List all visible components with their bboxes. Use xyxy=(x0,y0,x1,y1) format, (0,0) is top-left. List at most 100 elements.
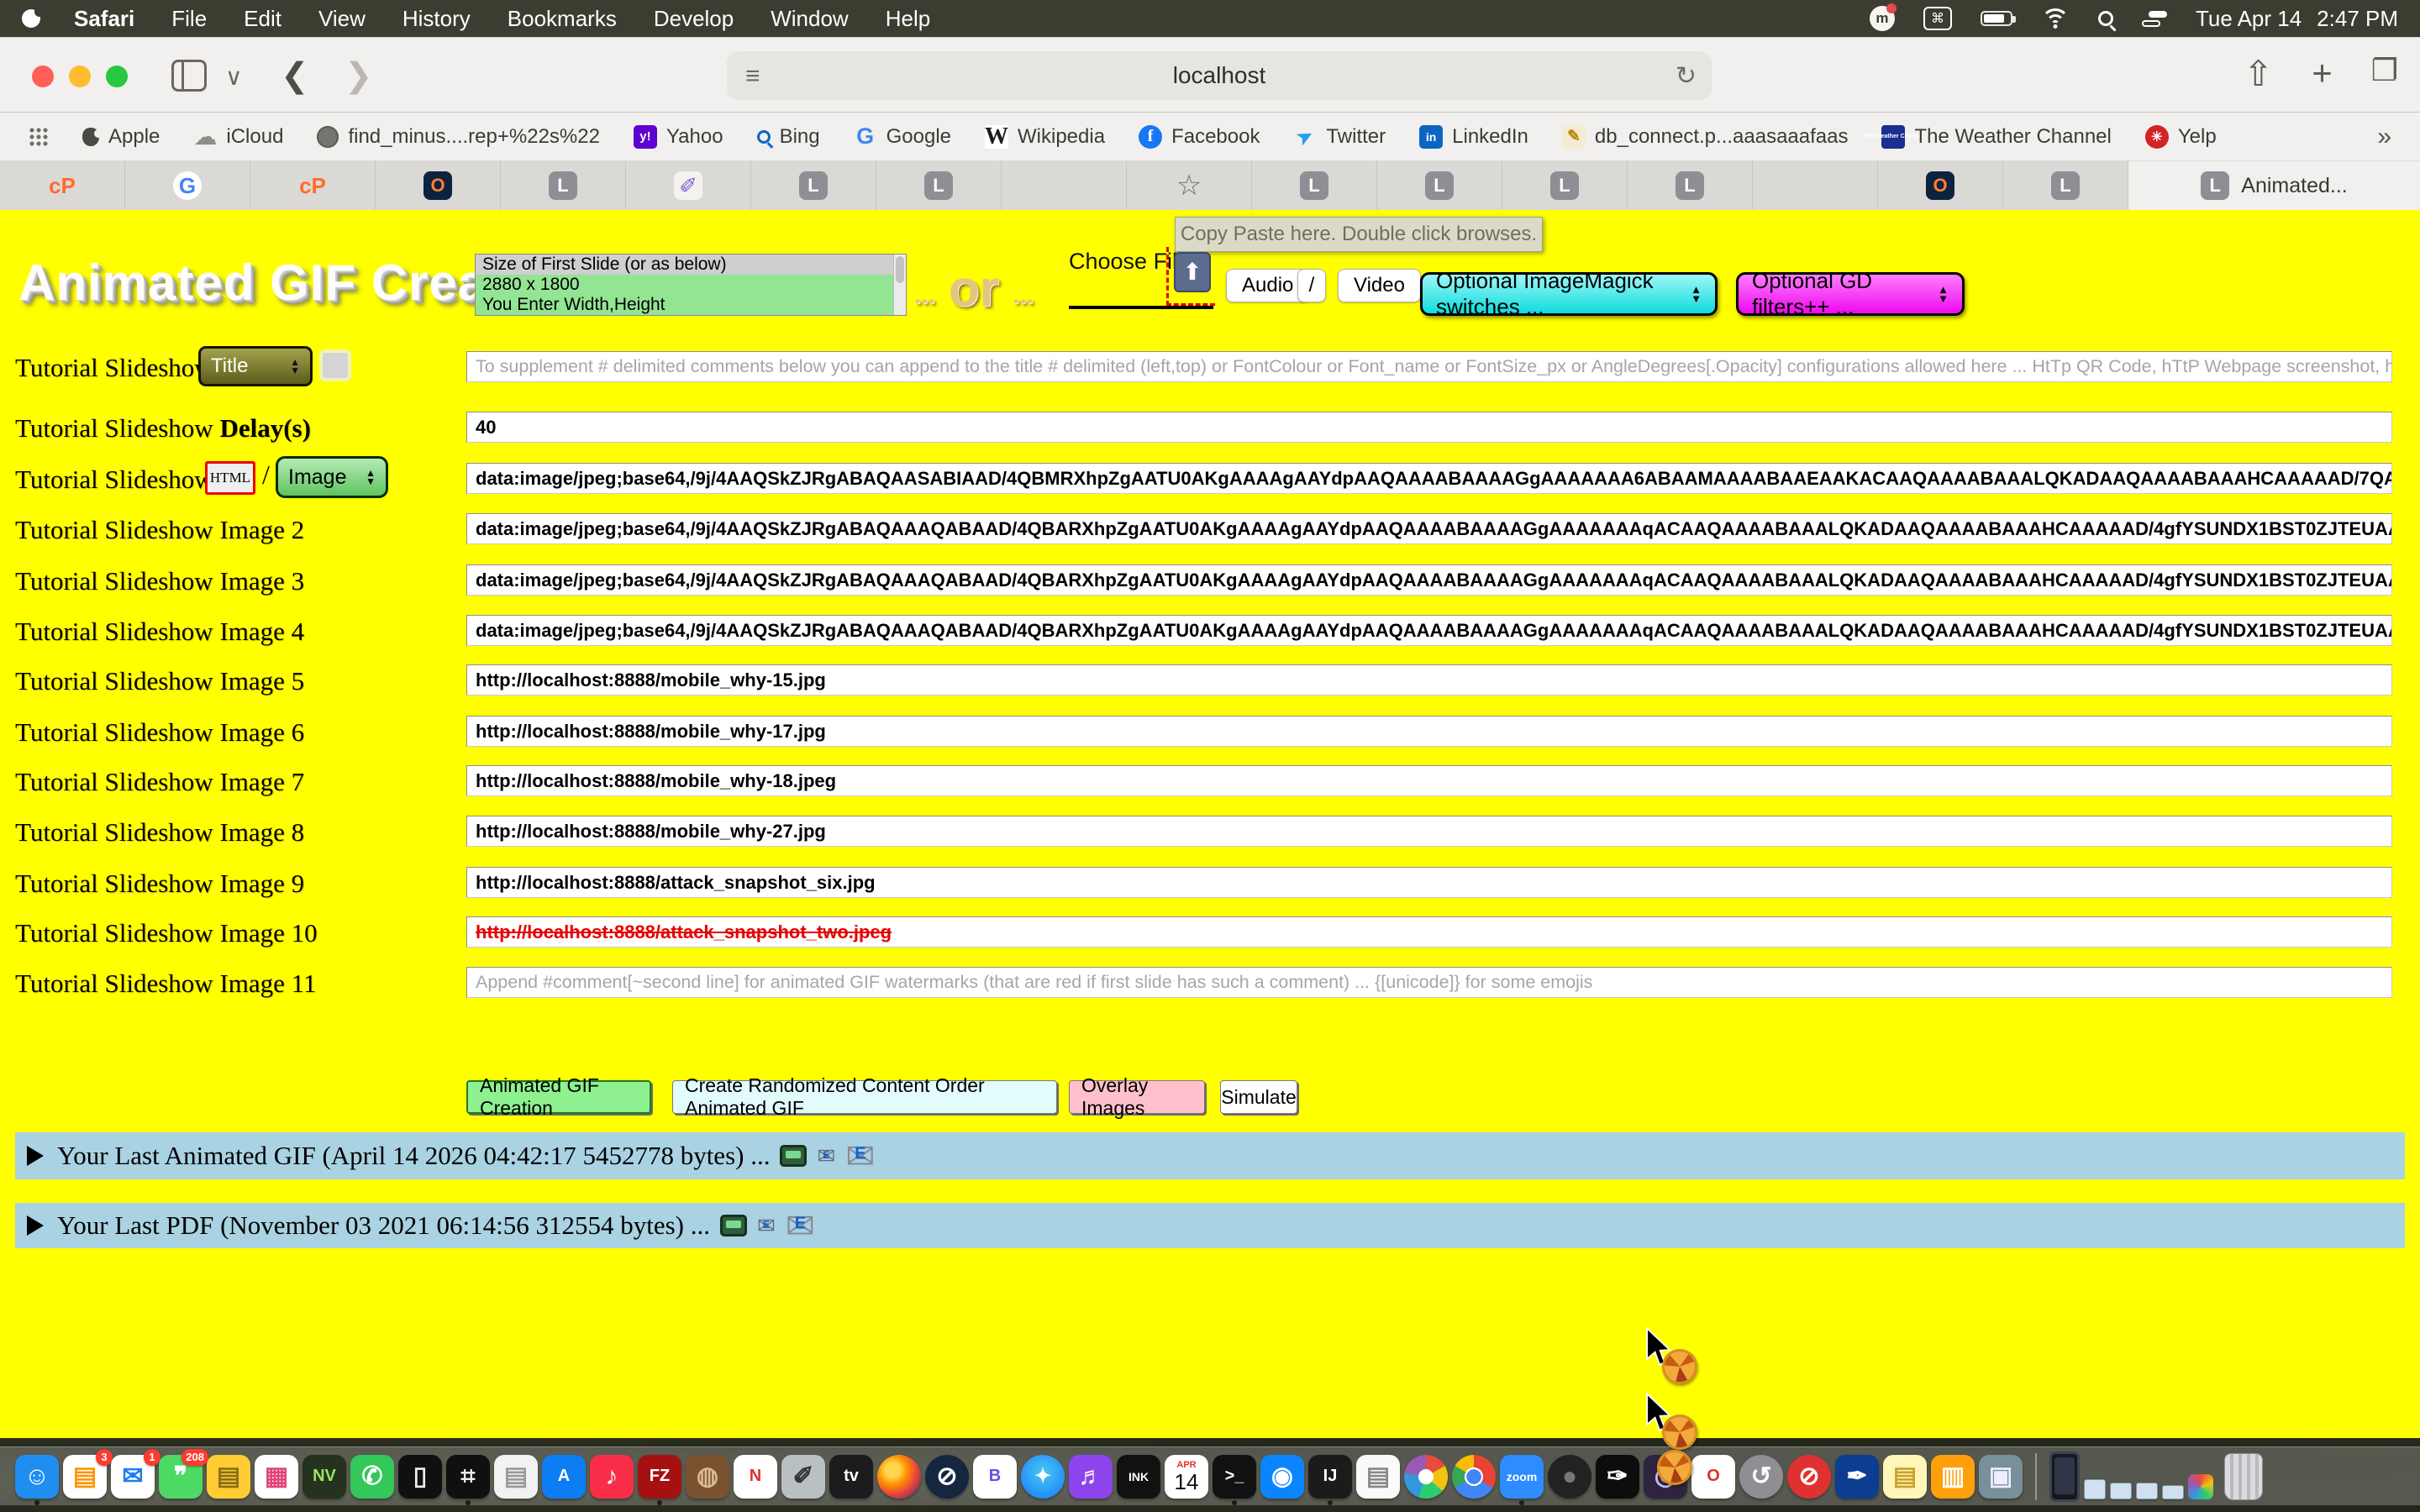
reader-icon[interactable]: ≡ xyxy=(745,62,760,91)
pinned-tab-l[interactable]: L xyxy=(2003,161,2128,210)
bookmark-item[interactable]: WWikipedia xyxy=(985,125,1105,149)
dock-firefox-icon[interactable] xyxy=(877,1455,921,1499)
dock-bear-icon[interactable]: B xyxy=(973,1455,1017,1499)
dock-document-icon[interactable]: ▤ xyxy=(494,1455,538,1499)
bookmark-item[interactable]: GGoogle xyxy=(854,125,951,149)
pinned-tab-brush[interactable]: ✐ xyxy=(626,161,751,210)
menu-item-history[interactable]: History xyxy=(402,6,471,32)
dock-calendar-icon[interactable]: APR14 xyxy=(1165,1455,1208,1499)
pinned-tab-l[interactable]: L xyxy=(1502,161,1628,210)
pinned-tab-blank[interactable] xyxy=(1753,161,1878,210)
details-bar[interactable]: Your Last PDF (November 03 2021 06:14:56… xyxy=(15,1203,2405,1248)
disclosure-triangle-icon[interactable] xyxy=(27,1215,44,1236)
details-bar[interactable]: Your Last Animated GIF (April 14 2026 04… xyxy=(15,1132,2405,1179)
dock-nv-app-icon[interactable]: NV xyxy=(302,1455,346,1499)
back-button[interactable]: ❮ xyxy=(281,56,309,95)
row-input[interactable]: http://localhost:8888/mobile_why-17.jpg xyxy=(466,716,2392,747)
bookmark-item[interactable]: ✳Yelp xyxy=(2145,125,2217,149)
email-icon[interactable]: ✉ xyxy=(757,1213,776,1239)
dock-app-store-icon[interactable]: A xyxy=(542,1455,586,1499)
dock-blue-circle-app-icon[interactable]: ◉ xyxy=(1260,1455,1304,1499)
pinned-tab-cp[interactable]: cP xyxy=(250,161,376,210)
new-tab-button[interactable]: + xyxy=(2312,53,2333,94)
bookmark-item[interactable]: ➤Twitter xyxy=(1293,125,1386,149)
menu-item-edit[interactable]: Edit xyxy=(244,6,281,32)
dock-gray-sync-icon[interactable]: ↺ xyxy=(1739,1455,1783,1499)
color-swatch[interactable] xyxy=(319,349,351,381)
pinned-tab-l[interactable]: L xyxy=(751,161,876,210)
email-icon[interactable]: ✉ xyxy=(786,1205,815,1247)
dock-chrome-icon[interactable] xyxy=(1452,1455,1496,1499)
pinned-tab-l[interactable]: L xyxy=(501,161,626,210)
dock-dark-sphere-icon[interactable]: ● xyxy=(1548,1455,1591,1499)
size-option[interactable]: 2880 x 1800 xyxy=(476,275,906,295)
row-input[interactable]: data:image/jpeg;base64,/9j/4AAQSkZJRgABA… xyxy=(466,615,2392,646)
pinned-tab-l[interactable]: L xyxy=(1252,161,1377,210)
disclosure-triangle-icon[interactable] xyxy=(27,1146,44,1166)
menu-item-bookmarks[interactable]: Bookmarks xyxy=(508,6,617,32)
dock-minimized-window[interactable] xyxy=(2136,1483,2158,1499)
row-input[interactable]: data:image/jpeg;base64,/9j/4AAQSkZJRgABA… xyxy=(466,564,2392,596)
row-input[interactable]: http://localhost:8888/attack_snapshot_si… xyxy=(466,867,2392,898)
active-tab[interactable]: LAnimated... xyxy=(2128,161,2420,210)
dock-finder-icon[interactable]: ☺ xyxy=(15,1455,59,1499)
row-input[interactable]: http://localhost:8888/mobile_why-27.jpg xyxy=(466,816,2392,847)
dock-intellij-icon[interactable]: IJ xyxy=(1308,1455,1352,1499)
dock-pages-doc-icon[interactable]: ▤ xyxy=(1356,1455,1400,1499)
bookmark-item[interactable]: find_minus....rep+%22s%22 xyxy=(317,125,600,149)
dock-news-icon[interactable]: N xyxy=(734,1455,777,1499)
simulate-button[interactable]: Simulate xyxy=(1220,1080,1297,1114)
dock-photos-grid-icon[interactable]: ▦ xyxy=(255,1455,298,1499)
create-randomized-content-order-animated-gif-button[interactable]: Create Randomized Content Order Animated… xyxy=(672,1080,1057,1114)
menu-item-window[interactable]: Window xyxy=(771,6,848,32)
bookmark-item[interactable]: ✎db_connect.p...aaasaaafaas xyxy=(1562,125,1849,149)
address-bar[interactable]: ≡ localhost ↻ xyxy=(727,51,1712,100)
pinned-tab-g[interactable]: G xyxy=(125,161,250,210)
row-input[interactable]: http://localhost:8888/mobile_why-15.jpg xyxy=(466,664,2392,696)
menu-item-view[interactable]: View xyxy=(318,6,366,32)
email-icon[interactable]: ✉ xyxy=(817,1143,835,1169)
menubar-app-icon[interactable]: m xyxy=(1870,6,1895,31)
apple-menu-icon[interactable] xyxy=(22,9,40,28)
dock-orange-app-icon[interactable]: ▥ xyxy=(1931,1455,1975,1499)
email-icon[interactable]: ✉ xyxy=(845,1136,875,1177)
zoom-window-button[interactable] xyxy=(106,66,128,87)
menu-item-develop[interactable]: Develop xyxy=(654,6,734,32)
bookmark-item[interactable] xyxy=(29,127,49,147)
dock-blue-pen-icon[interactable]: ✒ xyxy=(1835,1455,1879,1499)
dock-brown-app-icon[interactable]: ◍ xyxy=(686,1455,729,1499)
dock-airbrush-icon[interactable]: ✐ xyxy=(781,1455,825,1499)
battery-icon[interactable] xyxy=(1981,11,2012,26)
dock-image-app-icon[interactable]: ▣ xyxy=(1979,1455,2023,1499)
dock-minimized-color-doc[interactable] xyxy=(2188,1474,2213,1499)
bookmark-item[interactable]: y!Yahoo xyxy=(634,125,723,149)
screen-icon[interactable] xyxy=(780,1145,807,1167)
bookmark-item[interactable]: Apple xyxy=(82,125,160,149)
slash-button[interactable]: / xyxy=(1297,269,1326,302)
dock-phone-screenshot-thumb[interactable] xyxy=(2049,1452,2080,1502)
dock-blocked-circle-icon[interactable]: ⊘ xyxy=(925,1455,969,1499)
share-button[interactable]: ⇧ xyxy=(2244,53,2273,94)
bookmark-item[interactable]: Bing xyxy=(757,125,820,149)
row-input[interactable]: http://localhost:8888/mobile_why-18.jpeg xyxy=(466,765,2392,796)
dock-feather-app-icon[interactable]: ✑ xyxy=(1596,1455,1639,1499)
bookmarks-overflow-chevron[interactable]: » xyxy=(2377,123,2391,151)
row-input[interactable]: data:image/jpeg;base64,/9j/4AAQSkZJRgABA… xyxy=(466,513,2392,544)
refresh-icon[interactable]: ↻ xyxy=(1676,61,1697,91)
control-center-icon[interactable] xyxy=(2142,9,2167,28)
screen-icon[interactable] xyxy=(720,1215,747,1236)
dock-mail-icon[interactable]: ✉1 xyxy=(111,1455,155,1499)
menu-bar-clock[interactable]: Tue Apr 14 2:47 PM xyxy=(2196,6,2398,32)
dock-ink-app-icon[interactable]: INK xyxy=(1117,1455,1160,1499)
pinned-tab-o[interactable]: O xyxy=(376,161,501,210)
wifi-icon[interactable] xyxy=(2041,8,2070,29)
row-input[interactable]: data:image/jpeg;base64,/9j/4AAQSkZJRgABA… xyxy=(466,463,2392,494)
dock-messages-icon[interactable]: ❞208 xyxy=(159,1455,203,1499)
dock-apple-tv-icon[interactable]: tv xyxy=(829,1455,873,1499)
dock-phone-black-icon[interactable]: ▯ xyxy=(398,1455,442,1499)
imagemagick-switches-select[interactable]: Optional ImageMagick switches ... ▲▼ xyxy=(1420,272,1718,316)
gd-filters-select[interactable]: Optional GD filters++ ... ▲▼ xyxy=(1736,272,1965,316)
bookmark-item[interactable]: fFacebook xyxy=(1139,125,1260,149)
dock-keypad-black-icon[interactable]: ⌗ xyxy=(446,1455,490,1499)
image-mode-select[interactable]: Image▲▼ xyxy=(276,456,388,498)
